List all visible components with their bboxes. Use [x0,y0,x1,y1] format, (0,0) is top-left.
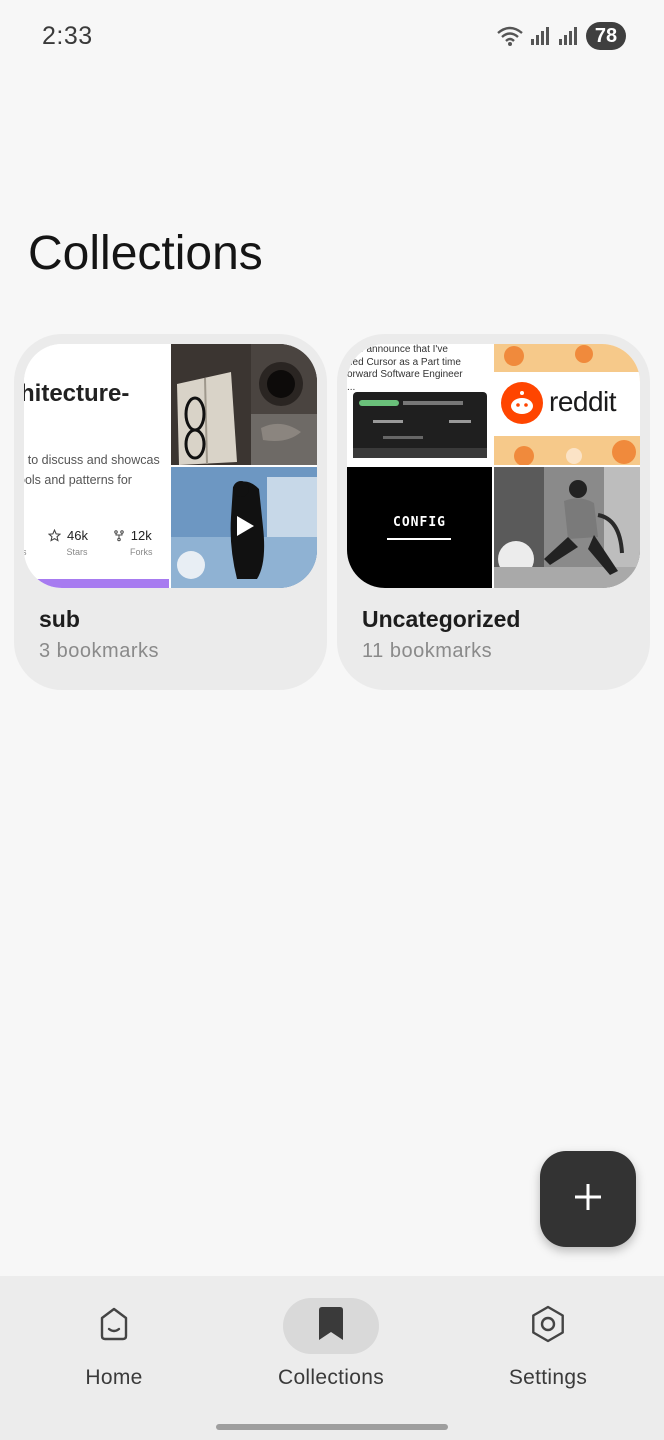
collection-name: Uncategorized [362,606,521,632]
tweet-thumbnail: d to announce that I've ned Cursor as a … [347,344,492,465]
battery-icon: 78 [586,22,626,50]
wifi-icon [496,25,524,47]
collection-card-uncategorized[interactable]: d to announce that I've ned Cursor as a … [337,334,650,690]
repo-title: hitecture- [24,380,130,407]
tweet-embedded-screenshot [353,392,487,458]
status-time: 2:33 [42,22,93,50]
status-bar: 2:33 78 [0,0,664,72]
nav-pill [66,1298,162,1354]
person-photo-thumbnail [494,467,640,588]
plus-icon [573,1182,603,1217]
reddit-wordmark: reddit [549,386,617,417]
tweet-line: d to announce that I've [347,344,448,355]
reddit-thumbnail: reddit [494,344,640,465]
play-icon [229,511,259,541]
repo-stat-fragment: s [24,547,27,557]
bottom-navigation: Home Collections Settings [0,1276,664,1440]
tweet-text: d to announce that I've ned Cursor as a … [347,344,463,394]
collection-count: 3 bookmarks [39,640,159,662]
signal-icon [530,25,552,47]
nav-label: Home [85,1366,143,1389]
bookmark-icon [314,1305,348,1348]
config-underline [387,538,451,540]
config-thumbnail: CONFIG [347,467,492,588]
nav-label: Settings [508,1366,588,1389]
repo-desc-line: ools and patterns for [24,473,132,487]
nav-label: Collections [277,1366,384,1389]
repo-forks: 12k Forks [112,528,153,557]
reddit-logo-band: reddit [494,372,640,436]
repo-description: s to discuss and showcas ools and patter… [24,450,160,490]
gesture-bar[interactable] [216,1424,448,1430]
status-icons: 78 [496,22,626,50]
tweet-line: ned Cursor as a Part time [347,356,461,368]
nav-pill [500,1298,596,1354]
collection-preview-collage: hitecture- s to discuss and showcas ools… [24,344,317,588]
page-title: Collections [28,227,263,280]
collection-name: sub [39,606,80,632]
collection-preview-collage: d to announce that I've ned Cursor as a … [347,344,640,588]
tweet-line: orward Software Engineer [347,369,463,380]
video-thumbnail [171,467,317,588]
repo-desc-line: s to discuss and showcas [24,453,160,467]
config-wordmark: CONFIG [393,515,446,530]
nav-pill-active [283,1298,379,1354]
nav-item-settings[interactable]: Settings [458,1298,638,1398]
repo-preview-thumbnail: hitecture- s to discuss and showcas ools… [24,344,169,588]
signal-icon [558,25,580,47]
add-collection-button[interactable] [540,1151,636,1247]
collection-card-sub[interactable]: hitecture- s to discuss and showcas ools… [14,334,327,690]
star-icon [48,529,61,542]
book-photo-thumbnail [171,344,317,465]
repo-stars: 46k Stars [48,528,88,557]
repo-accent-bar [24,579,169,588]
fork-icon [114,530,124,542]
reddit-icon [501,382,543,424]
settings-icon [528,1304,568,1349]
home-icon [94,1304,134,1349]
nav-item-collections[interactable]: Collections [241,1298,421,1398]
nav-item-home[interactable]: Home [24,1298,204,1398]
collection-count: 11 bookmarks [362,640,493,662]
